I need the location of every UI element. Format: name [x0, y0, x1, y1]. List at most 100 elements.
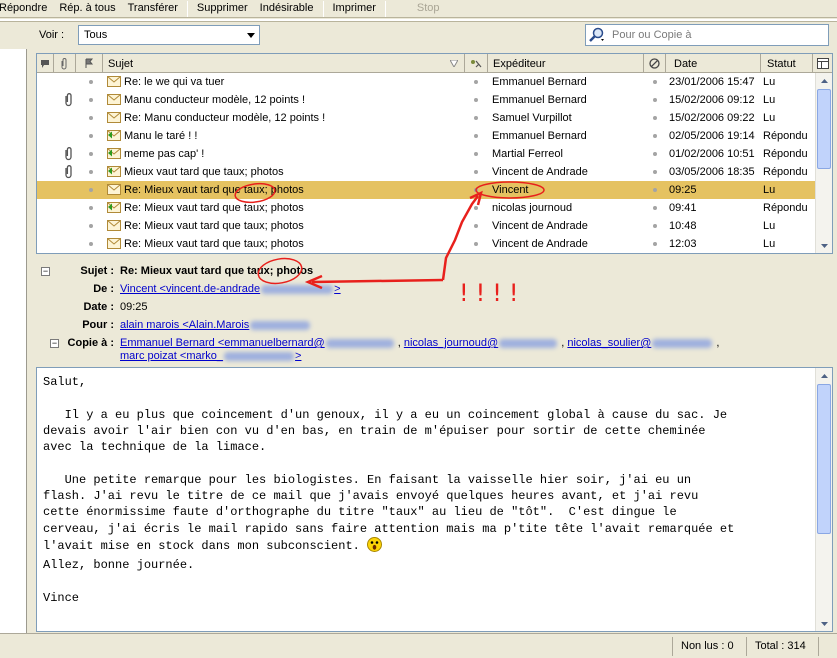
read-envelope-icon: [107, 112, 121, 123]
scroll-up-button[interactable]: [816, 73, 832, 88]
junk-button[interactable]: Indésirable: [254, 1, 320, 17]
to-link[interactable]: alain marois <Alain.Marois: [120, 319, 249, 331]
junk-dot-icon[interactable]: [653, 206, 657, 210]
column-flag[interactable]: [76, 54, 103, 73]
junk-dot-icon[interactable]: [653, 116, 657, 120]
read-dot-icon[interactable]: [474, 134, 478, 138]
cc-link-2[interactable]: nicolas_journoud@: [404, 337, 498, 349]
cc-value[interactable]: Emmanuel Bernard <emmanuelbernard@ , nic…: [120, 337, 719, 349]
message-list-scrollbar[interactable]: [815, 73, 832, 253]
cc-link-1[interactable]: Emmanuel Bernard <emmanuelbernard@: [120, 337, 325, 349]
junk-dot-icon[interactable]: [653, 98, 657, 102]
table-row[interactable]: Re: le we qui va tuer Emmanuel Bernard 23/…: [37, 73, 817, 91]
replied-envelope-icon: [107, 148, 121, 159]
cc-link-3[interactable]: nicolas_soulier@: [567, 337, 651, 349]
row-subject: Re: Mieux vaut tard que taux; photos: [124, 238, 304, 250]
to-value[interactable]: alain marois <Alain.Marois: [120, 319, 311, 331]
read-dot-icon[interactable]: [474, 170, 478, 174]
row-date: 12:03: [669, 238, 697, 250]
column-junk[interactable]: [644, 54, 666, 73]
flag-dot-icon[interactable]: [89, 116, 93, 120]
read-dot-icon[interactable]: [474, 152, 478, 156]
junk-dot-icon[interactable]: [653, 242, 657, 246]
read-dot-icon[interactable]: [474, 116, 478, 120]
table-row[interactable]: Mieux vaut tard que taux; photos Vincent …: [37, 163, 817, 181]
flag-dot-icon[interactable]: [89, 152, 93, 156]
column-attachment[interactable]: [54, 54, 76, 73]
forward-button[interactable]: Transférer: [122, 1, 184, 17]
read-dot-icon[interactable]: [474, 206, 478, 210]
column-thread[interactable]: [37, 54, 54, 73]
stop-button[interactable]: Stop: [411, 1, 446, 17]
flag-dot-icon[interactable]: [89, 134, 93, 138]
subject-value: Re: Mieux vaut tard que taux; photos: [120, 265, 314, 277]
from-value[interactable]: Vincent <vincent.de-andrade >: [120, 283, 341, 295]
row-sender: Emmanuel Bernard: [492, 76, 587, 88]
folder-pane[interactable]: [0, 49, 27, 641]
junk-dot-icon[interactable]: [653, 170, 657, 174]
junk-dot-icon[interactable]: [653, 134, 657, 138]
table-row[interactable]: Re: Mieux vaut tard que taux; photos Vinc…: [37, 181, 817, 199]
scroll-down-button[interactable]: [816, 238, 832, 253]
reply-button[interactable]: Répondre: [0, 1, 53, 17]
reply-all-button[interactable]: Rép. à tous: [53, 1, 121, 17]
table-row[interactable]: meme pas cap' ! Martial Ferreol 01/02/2006…: [37, 145, 817, 163]
table-row[interactable]: Manu conducteur modèle, 12 points ! Emman…: [37, 91, 817, 109]
flag-dot-icon[interactable]: [89, 242, 93, 246]
column-read[interactable]: [465, 54, 488, 73]
scroll-up-button[interactable]: [816, 368, 832, 383]
scroll-down-button[interactable]: [816, 616, 832, 631]
row-status: Lu: [763, 94, 776, 106]
flag-dot-icon[interactable]: [89, 224, 93, 228]
read-dot-icon[interactable]: [474, 188, 478, 192]
cc-link-4[interactable]: marc poizat <marko_: [120, 350, 223, 362]
scroll-thumb[interactable]: [817, 384, 831, 534]
scroll-thumb[interactable]: [817, 89, 831, 169]
table-row[interactable]: Re: Mieux vaut tard que taux; photos nico…: [37, 199, 817, 217]
junk-dot-icon[interactable]: [653, 80, 657, 84]
message-list[interactable]: Sujet Expéditeur Date Statut Re: le we q…: [36, 53, 833, 254]
junk-dot-icon[interactable]: [653, 188, 657, 192]
search-icon[interactable]: [586, 25, 608, 45]
print-button[interactable]: Imprimer: [327, 1, 382, 17]
row-date: 09:41: [669, 202, 697, 214]
from-link[interactable]: Vincent <vincent.de-andrade: [120, 283, 260, 295]
column-status[interactable]: Statut: [761, 54, 813, 73]
column-subject[interactable]: Sujet: [103, 54, 465, 73]
message-body-scrollbar[interactable]: [815, 368, 832, 631]
table-row[interactable]: Re: Mieux vaut tard que taux; photos Vinc…: [37, 217, 817, 235]
column-date[interactable]: Date: [666, 54, 761, 73]
read-dot-icon[interactable]: [474, 80, 478, 84]
flag-dot-icon[interactable]: [89, 188, 93, 192]
cc-link-4-end[interactable]: >: [295, 350, 301, 362]
row-sender: Vincent: [492, 184, 529, 196]
table-row[interactable]: Manu le taré ! ! Emmanuel Bernard 02/05/20…: [37, 127, 817, 145]
junk-dot-icon[interactable]: [653, 224, 657, 228]
chevron-up-icon: [820, 78, 828, 83]
search-input[interactable]: Pour ou Copie à: [585, 24, 829, 46]
flag-dot-icon[interactable]: [89, 170, 93, 174]
from-link-end[interactable]: >: [334, 283, 340, 295]
flag-dot-icon[interactable]: [89, 80, 93, 84]
cc-value-line-2[interactable]: marc poizat <marko_ >: [120, 350, 301, 362]
read-dot-icon[interactable]: [474, 224, 478, 228]
date-value: 09:25: [120, 301, 148, 313]
redacted-blur: [499, 338, 558, 348]
paperclip-icon: [65, 93, 72, 107]
view-filter-select[interactable]: Tous: [78, 25, 260, 45]
junk-dot-icon[interactable]: [653, 152, 657, 156]
table-row[interactable]: Re: Mieux vaut tard que taux; photos Vinc…: [37, 235, 817, 253]
column-sender[interactable]: Expéditeur: [488, 54, 644, 73]
resize-grip[interactable]: [818, 637, 837, 656]
chevron-down-icon[interactable]: [243, 26, 259, 44]
column-picker[interactable]: [813, 54, 832, 73]
flag-dot-icon[interactable]: [89, 206, 93, 210]
message-body[interactable]: Salut, Il y a eu plus que coincement d'u…: [36, 367, 833, 632]
to-label: Pour :: [82, 319, 114, 331]
flag-dot-icon[interactable]: [89, 98, 93, 102]
paperclip-icon: [65, 165, 72, 179]
read-dot-icon[interactable]: [474, 242, 478, 246]
table-row[interactable]: Re: Manu conducteur modèle, 12 points ! S…: [37, 109, 817, 127]
read-dot-icon[interactable]: [474, 98, 478, 102]
delete-button[interactable]: Supprimer: [191, 1, 254, 17]
